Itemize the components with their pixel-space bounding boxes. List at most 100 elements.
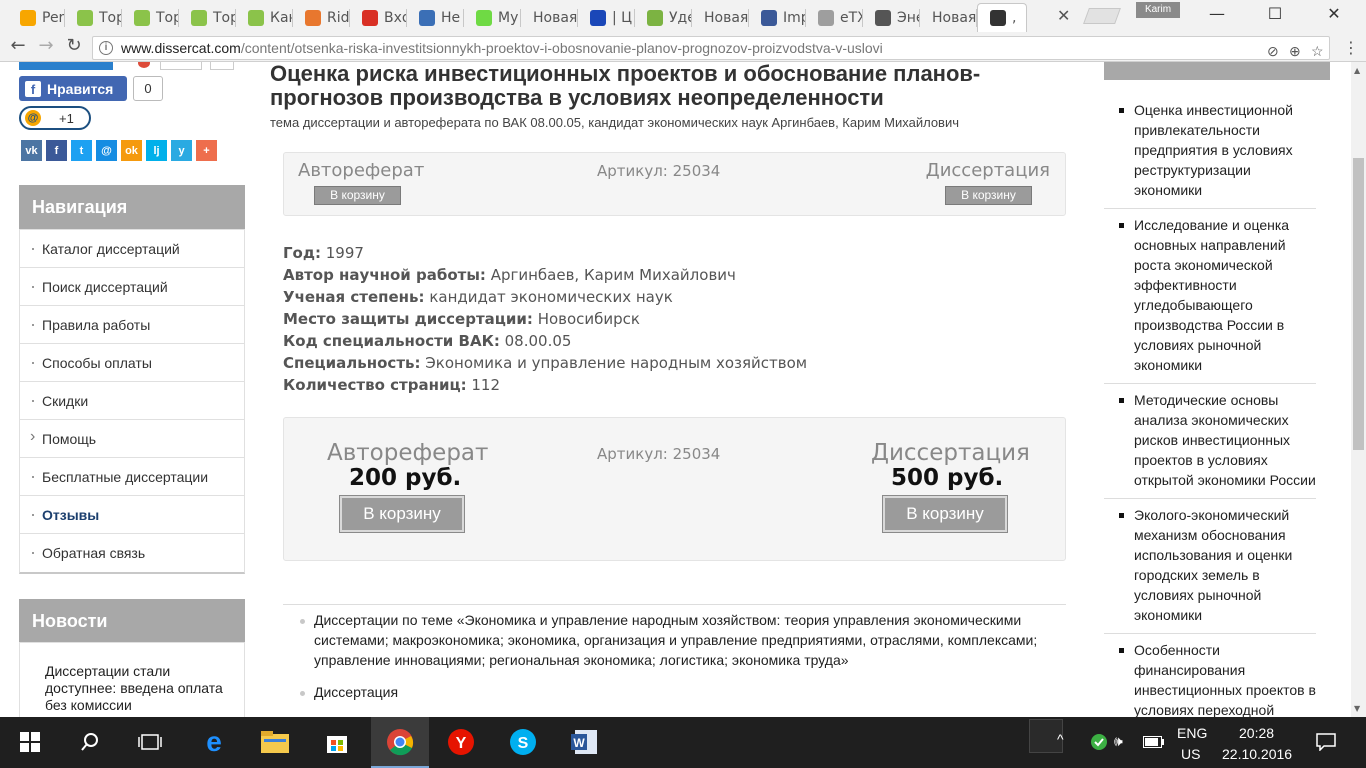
related-link[interactable]: Эколого-экономический механизм обоснован… bbox=[1104, 505, 1316, 634]
browser-tab[interactable]: Rid bbox=[293, 3, 350, 32]
browser-tab[interactable]: Тор bbox=[65, 3, 122, 32]
file-explorer-icon[interactable] bbox=[259, 726, 291, 758]
browser-tab[interactable]: Новая bbox=[521, 3, 578, 32]
svg-text:W: W bbox=[573, 736, 585, 750]
browser-tab[interactable]: Кан bbox=[236, 3, 293, 32]
back-icon[interactable]: ← bbox=[8, 36, 28, 56]
share-y-icon[interactable]: y bbox=[171, 140, 192, 161]
nav-item[interactable]: Отзывы bbox=[20, 496, 244, 534]
nav-item[interactable]: Каталог диссертаций bbox=[20, 230, 244, 268]
yandex-browser-icon[interactable]: Y bbox=[445, 726, 477, 758]
browser-tab[interactable]: My bbox=[464, 3, 521, 32]
share-@-icon[interactable]: @ bbox=[96, 140, 117, 161]
word-icon[interactable]: W bbox=[569, 726, 601, 758]
clock-time[interactable]: 20:28 bbox=[1239, 725, 1274, 741]
chrome-icon[interactable] bbox=[384, 726, 416, 758]
scroll-down-icon[interactable]: ▼ bbox=[1354, 704, 1360, 713]
related-link[interactable]: Исследование и оценка основных направлен… bbox=[1104, 215, 1316, 384]
profile-button[interactable]: Karim bbox=[1136, 2, 1180, 18]
info-icon[interactable]: i bbox=[99, 41, 113, 55]
dissertation-add-to-cart-button[interactable]: В корзину bbox=[945, 186, 1032, 205]
reload-icon[interactable]: ↻ bbox=[64, 36, 84, 56]
menu-icon[interactable]: ⋮ bbox=[1343, 38, 1359, 57]
forward-icon[interactable]: → bbox=[36, 36, 56, 56]
google-plus-partial-icon[interactable] bbox=[138, 62, 150, 68]
address-bar[interactable]: i www.dissercat.com/content/otsenka-risk… bbox=[92, 36, 1330, 60]
social-button-partial[interactable] bbox=[19, 62, 113, 70]
scrollbar-thumb[interactable] bbox=[1353, 158, 1364, 450]
language-indicator[interactable]: ENG bbox=[1177, 725, 1207, 741]
nav-item[interactable]: Правила работы bbox=[20, 306, 244, 344]
news-item-link[interactable]: Диссертации стали доступнее: введена опл… bbox=[45, 663, 223, 713]
page-subtitle: тема диссертации и автореферата по ВАК 0… bbox=[270, 115, 959, 130]
browser-tab[interactable]: Imp bbox=[749, 3, 806, 32]
share-vk-icon[interactable]: vk bbox=[21, 140, 42, 161]
detail-row: Специальность: Экономика и управление на… bbox=[283, 352, 807, 374]
nav-item[interactable]: Бесплатные диссертации bbox=[20, 458, 244, 496]
mailru-plus-button[interactable]: @ +1 bbox=[19, 106, 91, 130]
detail-row: Ученая степень: кандидат экономических н… bbox=[283, 286, 807, 308]
action-center-icon[interactable] bbox=[1310, 726, 1342, 758]
zoom-icon[interactable]: ⊕ bbox=[1289, 40, 1301, 59]
search-icon[interactable] bbox=[74, 726, 106, 758]
shield-tray-icon[interactable] bbox=[1083, 726, 1115, 758]
browser-tab[interactable]: Вхо bbox=[350, 3, 407, 32]
store-icon[interactable] bbox=[321, 726, 353, 758]
share-+-icon[interactable]: + bbox=[196, 140, 217, 161]
share-f-icon[interactable]: f bbox=[46, 140, 67, 161]
related-link[interactable]: Методические основы анализа экономически… bbox=[1104, 390, 1316, 499]
related-link[interactable]: Особенности финансирования инвестиционны… bbox=[1104, 640, 1316, 717]
scroll-up-icon[interactable]: ▲ bbox=[1354, 66, 1360, 75]
task-view-icon[interactable] bbox=[134, 726, 166, 758]
social-counter-partial bbox=[210, 62, 234, 70]
facebook-like-button[interactable]: f Нравится bbox=[19, 76, 127, 101]
category-link[interactable]: Диссертации по теме «Экономика и управле… bbox=[283, 610, 1066, 670]
browser-tab[interactable]: Тор bbox=[179, 3, 236, 32]
battery-icon[interactable] bbox=[1138, 726, 1170, 758]
r-icon bbox=[305, 9, 321, 26]
share-t-icon[interactable]: t bbox=[71, 140, 92, 161]
skype-icon[interactable]: S bbox=[507, 726, 539, 758]
browser-tab[interactable]: Тор bbox=[122, 3, 179, 32]
language-region[interactable]: US bbox=[1181, 746, 1200, 762]
dissertation-add-to-cart-button[interactable]: В корзину bbox=[882, 495, 1008, 533]
browser-tab[interactable]: Новая bbox=[920, 3, 977, 32]
abstract-add-to-cart-button[interactable]: В корзину bbox=[339, 495, 465, 533]
browser-tab[interactable]: Эне bbox=[863, 3, 920, 32]
close-window-icon[interactable]: ✕ bbox=[1322, 4, 1346, 23]
nav-item[interactable]: Помощь bbox=[20, 418, 244, 458]
edge-icon[interactable]: e bbox=[198, 726, 230, 758]
volume-icon[interactable]: 🕪 bbox=[1114, 733, 1123, 750]
nav-item[interactable]: Скидки bbox=[20, 382, 244, 420]
close-tab-icon[interactable]: ✕ bbox=[1057, 6, 1070, 25]
clock-date[interactable]: 22.10.2016 bbox=[1222, 746, 1292, 762]
related-link[interactable]: Оценка инвестиционной привлекательности … bbox=[1104, 100, 1316, 209]
show-hidden-icons[interactable]: ^ bbox=[1057, 731, 1064, 747]
browser-tab[interactable]: eTX bbox=[806, 3, 863, 32]
doc-icon bbox=[818, 9, 834, 26]
minimize-icon[interactable]: — bbox=[1205, 4, 1229, 23]
browser-tab[interactable]: Per bbox=[8, 3, 65, 32]
windows-start-icon[interactable] bbox=[14, 726, 46, 758]
navigation-menu: Каталог диссертаций Поиск диссертаций Прав… bbox=[19, 229, 245, 574]
new-tab-button[interactable] bbox=[1083, 8, 1121, 24]
bookmark-star-icon[interactable]: ☆ bbox=[1311, 40, 1324, 59]
browser-tab[interactable]: , bbox=[977, 3, 1027, 32]
share-ok-icon[interactable]: ok bbox=[121, 140, 142, 161]
browser-tab[interactable]: Не bbox=[407, 3, 464, 32]
maximize-icon[interactable]: ☐ bbox=[1263, 4, 1287, 23]
category-link[interactable]: Диссертация bbox=[283, 682, 1066, 702]
tab-title: My bbox=[498, 9, 519, 26]
browser-tab[interactable]: | Ц bbox=[578, 3, 635, 32]
browser-tab[interactable]: Уде bbox=[635, 3, 692, 32]
nav-item[interactable]: Обратная связь bbox=[20, 534, 244, 572]
tab-title: Тор bbox=[156, 9, 179, 26]
share-lj-icon[interactable]: lj bbox=[146, 140, 167, 161]
nav-item[interactable]: Поиск диссертаций bbox=[20, 268, 244, 306]
abstract-add-to-cart-button[interactable]: В корзину bbox=[314, 186, 401, 205]
tab-title: Новая bbox=[932, 9, 977, 26]
browser-tab[interactable]: Новая bbox=[692, 3, 749, 32]
blocked-content-icon[interactable]: ⊘ bbox=[1267, 40, 1279, 59]
nav-item[interactable]: Способы оплаты bbox=[20, 344, 244, 382]
page-scrollbar[interactable]: ▲ ▼ bbox=[1351, 62, 1366, 717]
